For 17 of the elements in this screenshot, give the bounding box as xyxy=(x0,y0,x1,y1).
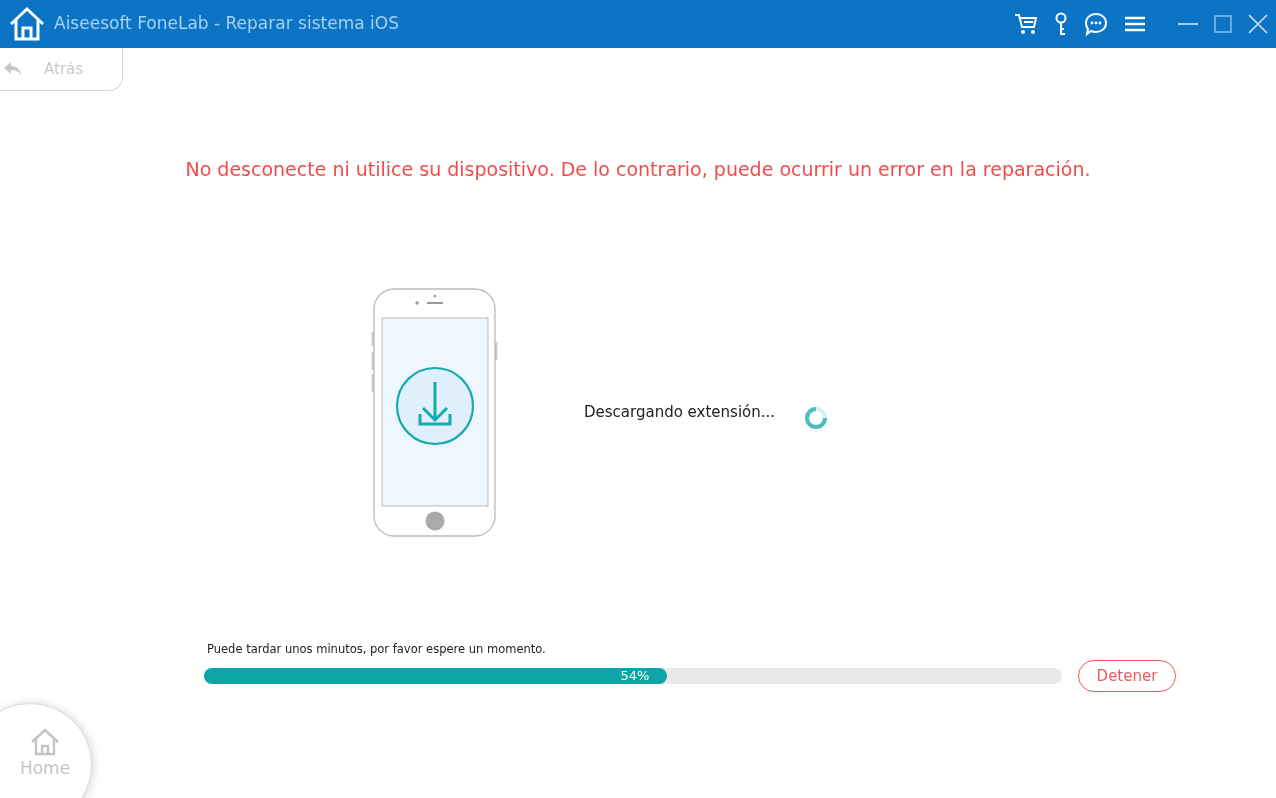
warning-message: No desconecte ni utilice su dispositivo. De lo contrario, puede ocurrir un error en la reparación. xyxy=(184,157,1092,182)
status-text: Descargando extensión... xyxy=(584,402,776,424)
loading-spinner-icon xyxy=(803,404,830,431)
cart-icon[interactable] xyxy=(1014,13,1038,35)
home-icon xyxy=(30,728,60,756)
progress-percent: 54% xyxy=(620,667,651,684)
home-icon[interactable] xyxy=(8,6,46,42)
key-icon[interactable] xyxy=(1054,12,1068,36)
close-icon[interactable] xyxy=(1248,14,1268,34)
stop-button[interactable]: Detener xyxy=(1078,659,1176,692)
minimize-icon[interactable] xyxy=(1178,22,1198,26)
chat-icon[interactable] xyxy=(1084,12,1108,36)
window-title: Aiseesoft FoneLab - Reparar sistema iOS xyxy=(54,12,399,36)
menu-icon[interactable] xyxy=(1124,15,1146,33)
home-button[interactable]: Home xyxy=(0,703,92,798)
back-arrow-icon xyxy=(4,62,22,76)
progress-hint: Puede tardar unos minutos, por favor espere un momento. xyxy=(207,640,547,658)
